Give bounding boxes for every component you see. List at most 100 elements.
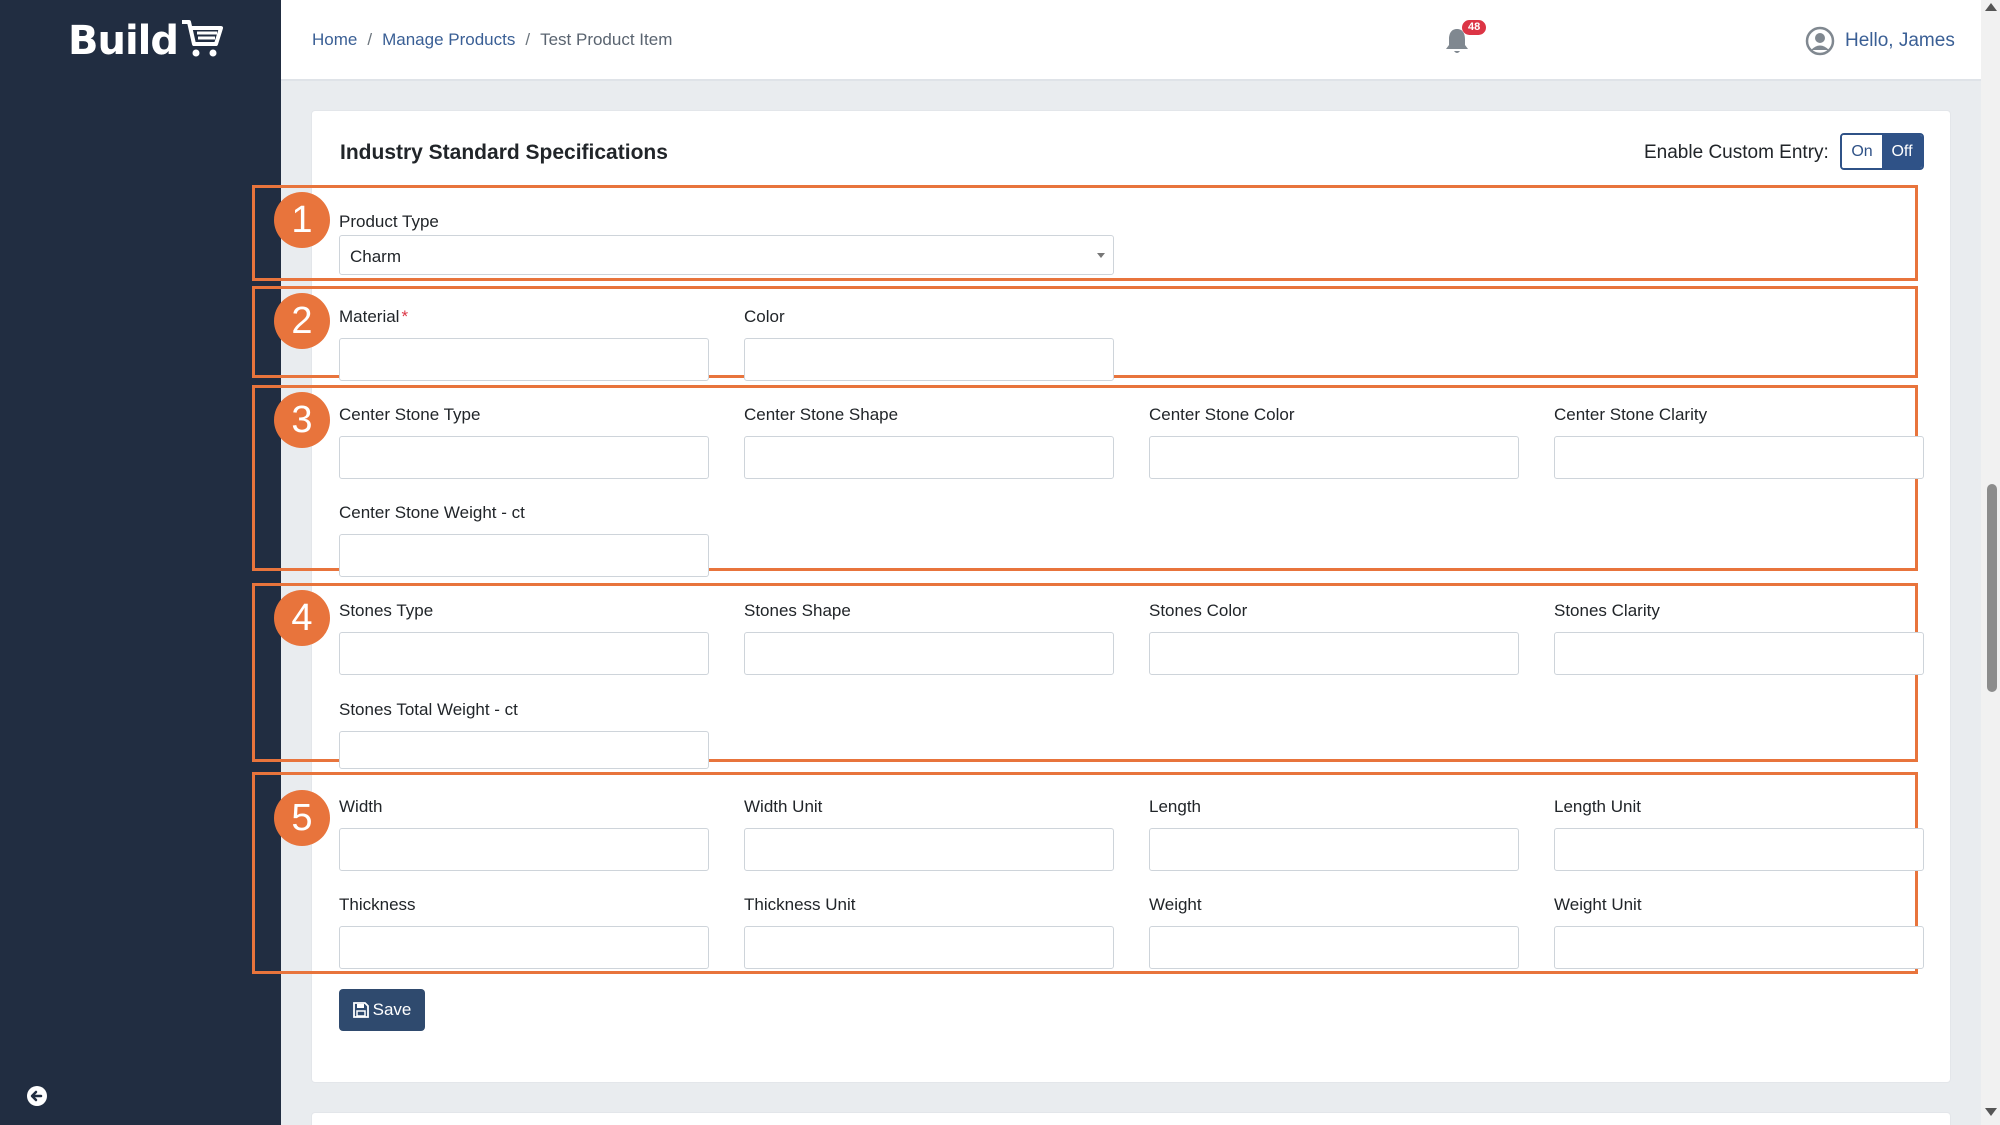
width-label: Width [339, 797, 383, 816]
color-label: Color [744, 307, 785, 326]
thickness-unit-input[interactable] [744, 926, 1114, 969]
top-bar: Home / Manage Products / Test Product It… [281, 0, 1981, 81]
collapse-sidebar-icon[interactable] [26, 1085, 48, 1107]
center-stone-clarity-label: Center Stone Clarity [1554, 405, 1708, 424]
user-avatar-icon [1805, 26, 1835, 56]
color-input[interactable] [744, 338, 1114, 381]
annotation-number-4: 4 [274, 590, 330, 646]
annotation-number-2: 2 [274, 293, 330, 349]
center-stone-shape-input[interactable] [744, 436, 1114, 479]
weight-unit-field: Weight Unit [1554, 895, 1924, 969]
stones-shape-field: Stones Shape [744, 601, 1114, 675]
custom-entry-toggle[interactable]: On Off [1840, 133, 1924, 170]
center-stone-color-field: Center Stone Color [1149, 405, 1519, 479]
thickness-label: Thickness [339, 895, 416, 914]
custom-entry-label: Enable Custom Entry: [1644, 142, 1829, 163]
center-stone-shape-label: Center Stone Shape [744, 405, 899, 424]
cart-icon [182, 20, 224, 57]
sidebar: Build [0, 0, 281, 1125]
scroll-down-arrow[interactable] [1985, 1108, 1997, 1116]
stones-color-label: Stones Color [1149, 601, 1248, 620]
product-type-label: Product Type [339, 212, 439, 231]
weight-input[interactable] [1149, 926, 1519, 969]
save-button[interactable]: Save [339, 989, 425, 1031]
material-input[interactable] [339, 338, 709, 381]
save-icon [352, 1002, 369, 1018]
thickness-unit-field: Thickness Unit [744, 895, 1114, 969]
center-stone-color-label: Center Stone Color [1149, 405, 1295, 424]
breadcrumb-manage-products[interactable]: Manage Products [382, 30, 515, 50]
thickness-unit-label: Thickness Unit [744, 895, 856, 914]
center-stone-color-input[interactable] [1149, 436, 1519, 479]
stones-clarity-input[interactable] [1554, 632, 1924, 675]
center-stone-clarity-field: Center Stone Clarity [1554, 405, 1924, 479]
next-card [311, 1112, 1951, 1125]
thickness-input[interactable] [339, 926, 709, 969]
width-unit-input[interactable] [744, 828, 1114, 871]
center-stone-clarity-input[interactable] [1554, 436, 1924, 479]
width-unit-label: Width Unit [744, 797, 823, 816]
page-scrollbar[interactable] [1981, 0, 2000, 1125]
stones-clarity-label: Stones Clarity [1554, 601, 1660, 620]
card-title: Industry Standard Specifications [340, 141, 668, 164]
width-unit-field: Width Unit [744, 797, 1114, 871]
breadcrumb-separator: / [367, 30, 373, 49]
scroll-thumb[interactable] [1987, 484, 1997, 692]
brand-name: Build [68, 18, 179, 64]
toggle-off-option[interactable]: Off [1882, 135, 1922, 168]
weight-label: Weight [1149, 895, 1202, 914]
center-stone-type-label: Center Stone Type [339, 405, 481, 424]
stones-shape-input[interactable] [744, 632, 1114, 675]
center-stone-weight-field: Center Stone Weight - ct [339, 503, 709, 577]
length-field: Length [1149, 797, 1519, 871]
center-stone-shape-field: Center Stone Shape [744, 405, 1114, 479]
stones-color-field: Stones Color [1149, 601, 1519, 675]
thickness-field: Thickness [339, 895, 709, 969]
user-greeting: Hello, James [1845, 30, 1955, 51]
stones-total-weight-field: Stones Total Weight - ct [339, 700, 709, 769]
annotation-number-1: 1 [274, 192, 330, 248]
length-unit-label: Length Unit [1554, 797, 1641, 816]
toggle-on-option[interactable]: On [1842, 135, 1882, 168]
stones-type-label: Stones Type [339, 601, 434, 620]
stones-total-weight-label: Stones Total Weight - ct [339, 700, 518, 719]
color-field: Color [744, 307, 1114, 381]
user-menu[interactable]: Hello, James [1805, 26, 1955, 56]
product-type-value: Charm [350, 247, 402, 266]
material-label: Material * [339, 307, 409, 326]
stones-shape-label: Stones Shape [744, 601, 851, 620]
breadcrumb-current: Test Product Item [540, 30, 673, 49]
weight-unit-label: Weight Unit [1554, 895, 1642, 914]
weight-field: Weight [1149, 895, 1519, 969]
annotation-number-3: 3 [274, 392, 330, 448]
length-label: Length [1149, 797, 1201, 816]
scroll-up-arrow[interactable] [1985, 3, 1997, 11]
center-stone-type-input[interactable] [339, 436, 709, 479]
required-marker: * [401, 307, 409, 326]
center-stone-weight-label: Center Stone Weight - ct [339, 503, 525, 522]
material-field: Material * [339, 307, 709, 381]
save-label: Save [372, 1000, 412, 1019]
chevron-down-icon [1097, 253, 1105, 258]
length-unit-input[interactable] [1554, 828, 1924, 871]
breadcrumb: Home / Manage Products / Test Product It… [312, 30, 672, 50]
stones-color-input[interactable] [1149, 632, 1519, 675]
center-stone-type-field: Center Stone Type [339, 405, 709, 479]
length-input[interactable] [1149, 828, 1519, 871]
breadcrumb-home[interactable]: Home [312, 30, 357, 50]
width-field: Width [339, 797, 709, 871]
center-stone-weight-input[interactable] [339, 534, 709, 577]
width-input[interactable] [339, 828, 709, 871]
breadcrumb-separator: / [525, 30, 531, 49]
stones-type-field: Stones Type [339, 601, 709, 675]
annotation-number-5: 5 [274, 790, 330, 846]
product-type-select[interactable]: Charm [339, 235, 1114, 275]
length-unit-field: Length Unit [1554, 797, 1924, 871]
notification-badge: 48 [1462, 20, 1487, 35]
product-type-field: Product Type [339, 212, 1114, 232]
stones-clarity-field: Stones Clarity [1554, 601, 1924, 675]
weight-unit-input[interactable] [1554, 926, 1924, 969]
brand-logo[interactable]: Build [68, 18, 224, 64]
stones-type-input[interactable] [339, 632, 709, 675]
stones-total-weight-input[interactable] [339, 731, 709, 769]
